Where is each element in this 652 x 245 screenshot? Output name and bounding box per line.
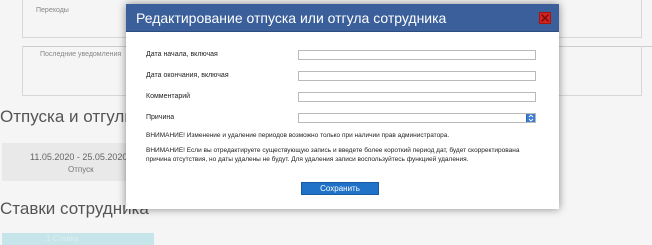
admin-notice: ВНИМАНИЕ! Изменение и удаление периодов …	[146, 132, 450, 139]
close-button[interactable]	[539, 12, 551, 24]
select-arrow[interactable]	[526, 114, 535, 122]
close-icon	[541, 14, 549, 22]
dialog-header: Редактирование отпуска или отгула сотруд…	[126, 4, 559, 32]
start-date-label: Дата начала, включая	[146, 51, 218, 58]
start-date-row: Дата начала, включая	[146, 50, 539, 64]
start-date-input[interactable]	[298, 50, 536, 60]
comment-row: Комментарий	[146, 92, 539, 106]
save-button[interactable]: Сохранить	[301, 182, 379, 195]
edit-notice: ВНИМАНИЕ! Если вы отредактируете существ…	[146, 147, 520, 163]
reason-select[interactable]	[298, 113, 536, 123]
dialog-title: Редактирование отпуска или отгула сотруд…	[136, 10, 447, 26]
reason-row: Причина	[146, 113, 539, 127]
comment-label: Комментарий	[146, 93, 191, 100]
reason-label: Причина	[146, 114, 175, 121]
comment-input[interactable]	[298, 92, 536, 102]
edit-vacation-dialog: Редактирование отпуска или отгула сотруд…	[126, 4, 559, 209]
chevron-updown-icon	[528, 114, 534, 122]
end-date-input[interactable]	[298, 71, 536, 81]
end-date-row: Дата окончания, включая	[146, 71, 539, 85]
end-date-label: Дата окончания, включая	[146, 72, 229, 79]
